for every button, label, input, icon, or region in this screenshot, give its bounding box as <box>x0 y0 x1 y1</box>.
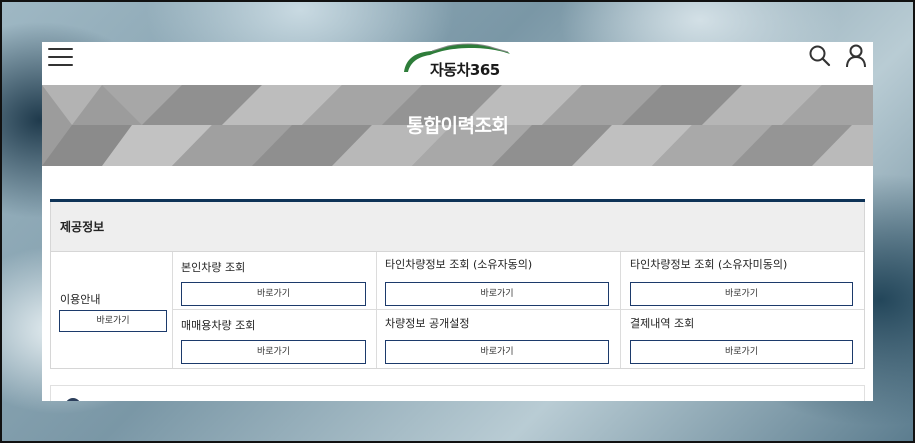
browser-page: 자동차365 통합이력조회 제공정보 이용안내 바로가기 본인차량 조회 바로가… <box>42 42 873 401</box>
other-vehicle-no-consent-label: 타인차량정보 조회 (소유자미동의) <box>630 258 788 271</box>
payment-history-button[interactable]: 바로가기 <box>630 340 853 364</box>
logo-text: 자동차365 <box>430 61 500 79</box>
usage-guide-button[interactable]: 바로가기 <box>59 310 167 332</box>
own-vehicle-label: 본인차량 조회 <box>181 261 246 274</box>
top-bar: 자동차365 <box>42 42 873 85</box>
user-icon[interactable] <box>845 44 867 68</box>
section-bullet-icon <box>65 398 81 401</box>
vehicle-info-disclosure-button[interactable]: 바로가기 <box>385 340 609 364</box>
page-title: 통합이력조회 <box>406 115 509 137</box>
own-vehicle-button[interactable]: 바로가기 <box>181 282 366 306</box>
service-grid: 이용안내 바로가기 본인차량 조회 바로가기 타인차량정보 조회 (소유자동의)… <box>50 252 865 369</box>
next-section-card <box>50 385 865 401</box>
usage-guide-label: 이용안내 <box>60 293 101 306</box>
section-heading: 제공정보 <box>50 202 865 252</box>
other-vehicle-consent-label: 타인차량정보 조회 (소유자동의) <box>385 258 533 271</box>
provided-info-section: 제공정보 이용안내 바로가기 본인차량 조회 바로가기 타인차량정보 조회 (소… <box>50 199 865 369</box>
page-banner: 통합이력조회 <box>42 85 873 166</box>
sale-vehicle-label: 매매용차량 조회 <box>181 319 256 332</box>
other-vehicle-no-consent-button[interactable]: 바로가기 <box>630 282 853 306</box>
sale-vehicle-button[interactable]: 바로가기 <box>181 340 366 364</box>
search-icon[interactable] <box>808 44 832 68</box>
vehicle-info-disclosure-label: 차량정보 공개설정 <box>385 317 470 330</box>
site-logo[interactable]: 자동차365 <box>402 42 512 82</box>
hamburger-menu-icon[interactable] <box>48 46 74 68</box>
payment-history-label: 결제내역 조회 <box>630 317 695 330</box>
other-vehicle-consent-button[interactable]: 바로가기 <box>385 282 609 306</box>
